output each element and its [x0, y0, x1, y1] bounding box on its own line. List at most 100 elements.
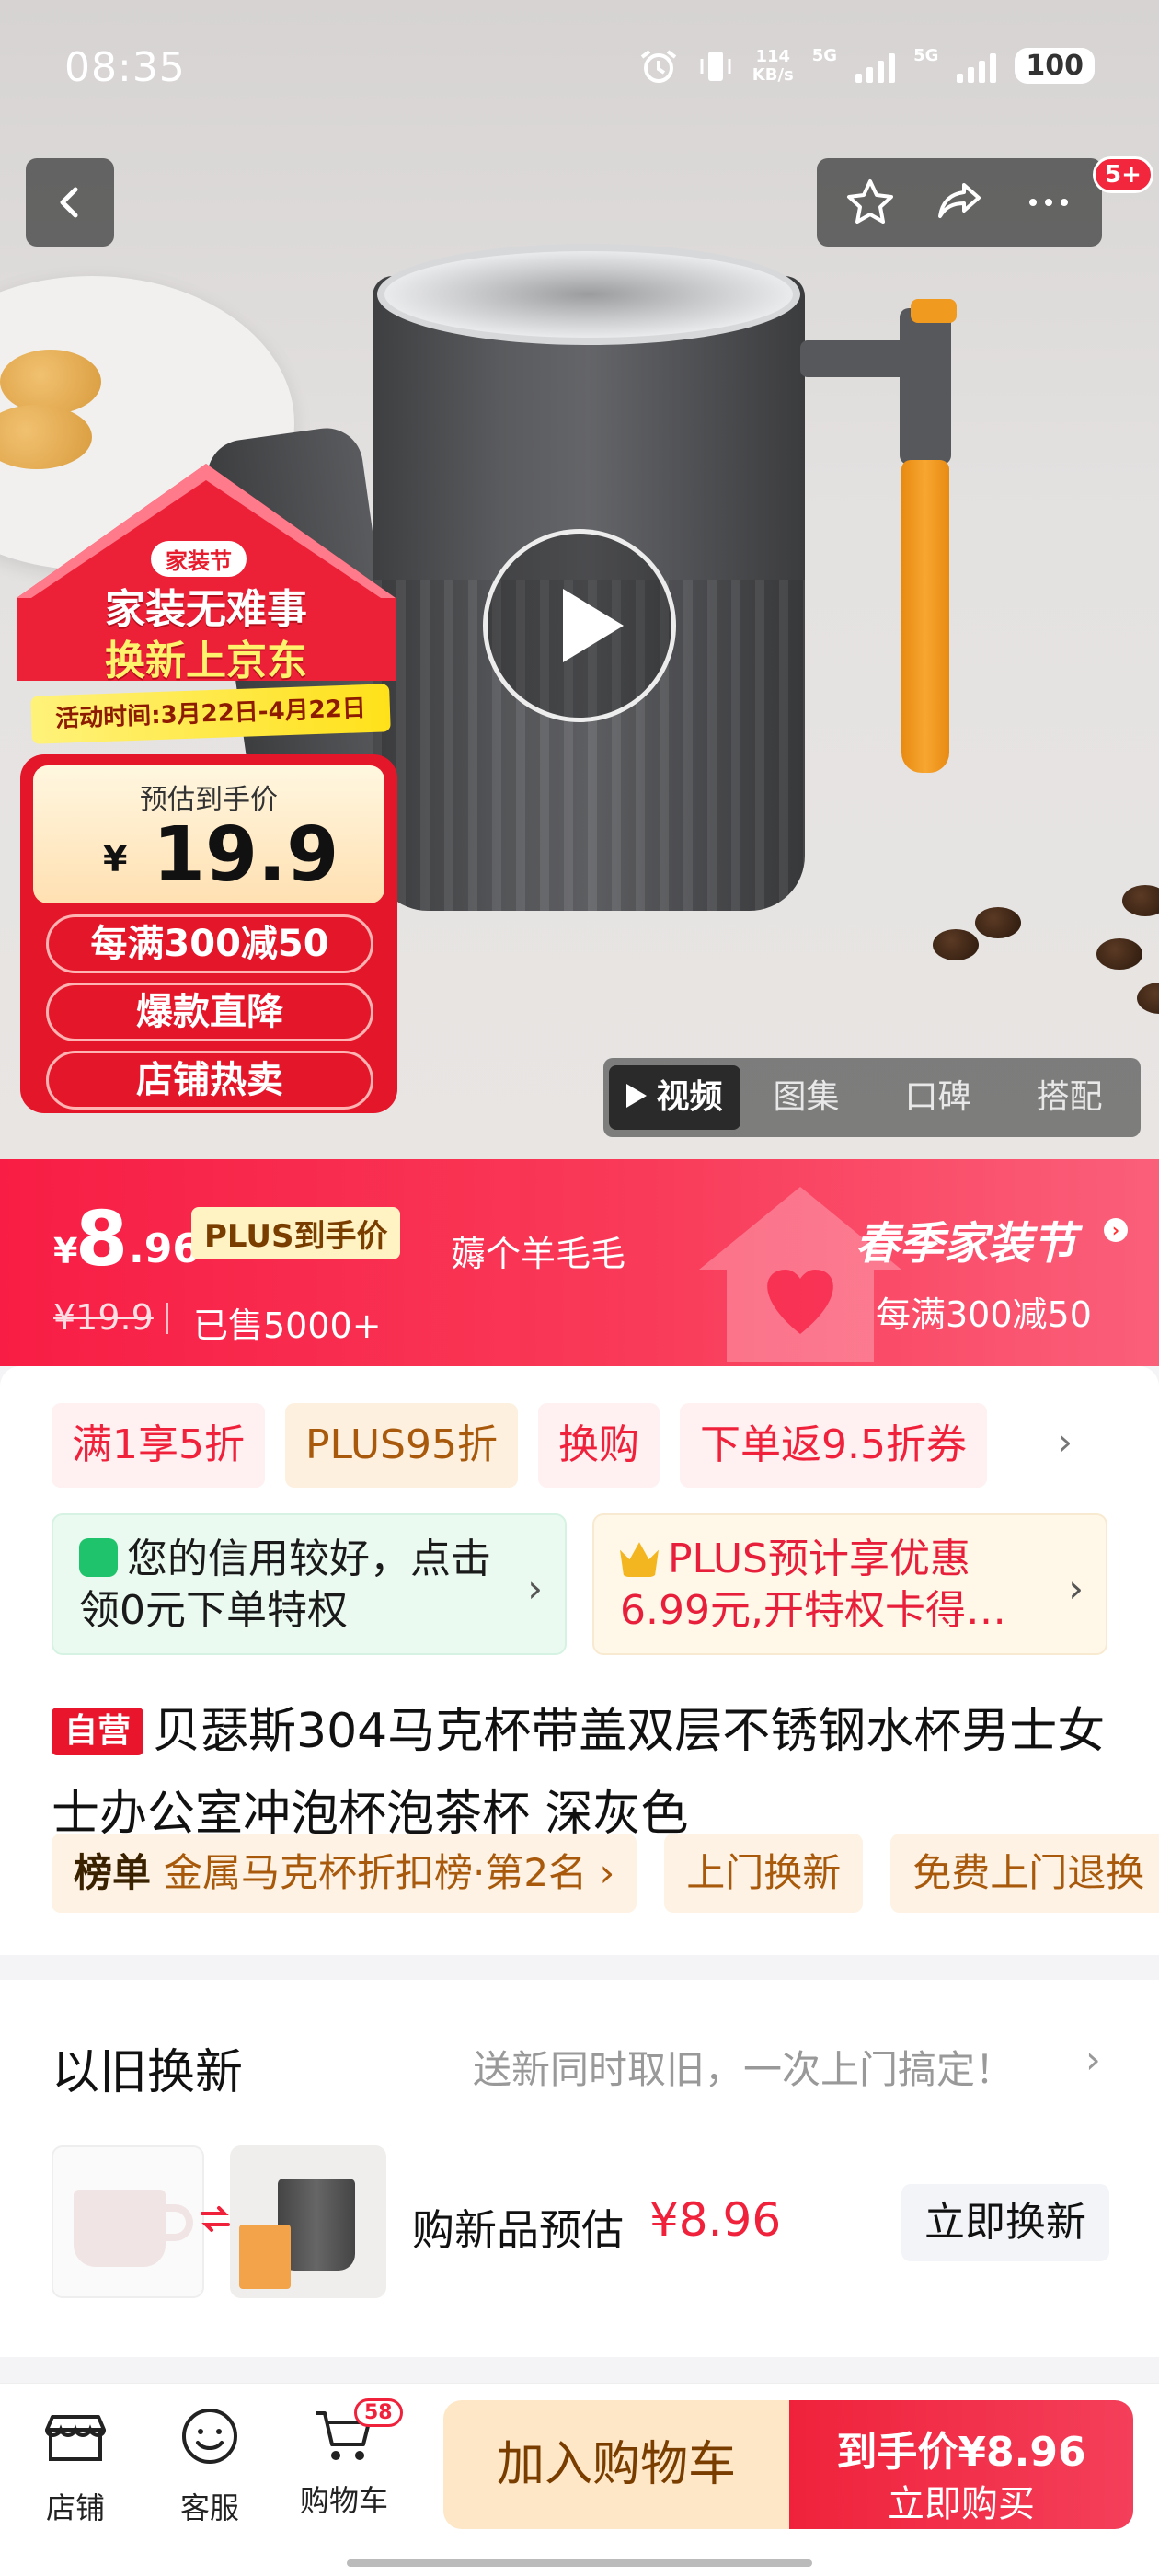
chevron-right-icon: ›: [527, 1566, 543, 1611]
shop-button[interactable]: 店铺: [20, 2404, 131, 2527]
trade-in-title: 以旧换新: [52, 2045, 244, 2100]
service-chip[interactable]: 免费上门退换: [890, 1834, 1159, 1913]
home-indicator[interactable]: [347, 2559, 812, 2567]
plus-benefit-text-2: 6.99元,开特权卡得…: [620, 1587, 1006, 1634]
coffee-bean: [1122, 885, 1159, 916]
buy-now-price: 到手价¥8.96: [836, 2429, 1086, 2476]
coupon-chip-plus[interactable]: PLUS95折: [285, 1403, 518, 1488]
shop-label: 店铺: [45, 2490, 105, 2525]
coffee-bean: [1137, 983, 1159, 1014]
signal-icon: [957, 50, 997, 83]
chevron-right-icon: ›: [1068, 1566, 1084, 1611]
trade-in-card[interactable]: 以旧换新 送新同时取旧，一次上门搞定！ › 购新品预估 ¥8.96 立即换新: [0, 1980, 1159, 2357]
estimated-price-value: 19.9: [153, 811, 339, 899]
tab-video[interactable]: 视频: [609, 1065, 740, 1130]
promo-date: 活动时间:3月22日-4月22日: [30, 684, 391, 744]
customer-service-button[interactable]: 客服: [155, 2404, 265, 2527]
shopping-bag-icon: [79, 1538, 118, 1577]
mug-handle-cap: [911, 299, 957, 323]
event-subtitle: 每满300减50: [876, 1294, 1092, 1335]
battery-level: 100: [1015, 48, 1095, 84]
coupon-chip[interactable]: 换购: [537, 1403, 660, 1488]
sold-count: 已售5000+: [193, 1305, 382, 1346]
promo-tag: 每满300减50: [46, 914, 373, 973]
estimated-price-currency: ¥: [103, 839, 128, 880]
product-title-text: 贝瑟斯304马克杯带盖双层不锈钢水杯男士女士办公室冲泡杯泡茶杯 深灰色: [52, 1704, 1106, 1842]
coffee-bean: [1096, 938, 1142, 970]
promo-slogan-1: 家装无难事: [105, 586, 307, 633]
promo-tag: 爆款直降: [46, 983, 373, 1041]
shop-icon: [45, 2415, 106, 2461]
share-icon[interactable]: [933, 176, 986, 229]
more-icon[interactable]: [1022, 176, 1075, 229]
credit-benefit-card[interactable]: 您的信用较好，点击领0元下单特权 ›: [52, 1513, 567, 1655]
crown-icon: [620, 1542, 659, 1577]
play-video-button[interactable]: [483, 529, 676, 722]
status-time: 08:35: [64, 44, 186, 91]
service-chip[interactable]: 上门换新: [664, 1834, 864, 1913]
signal-icon: [855, 50, 896, 83]
coffee-bean: [975, 907, 1021, 938]
ranking-chip[interactable]: 榜单 金属马克杯折扣榜·第2名 ›: [52, 1834, 637, 1913]
ranking-label: 榜单: [74, 1850, 152, 1895]
coupon-chip[interactable]: 满1享5折: [52, 1403, 265, 1488]
price-banner: ¥ 8 .96 PLUS到手价 ¥19.9 已售5000+ 薅个羊毛毛 春季家装…: [0, 1159, 1159, 1366]
coupon-row: 满1享5折 PLUS95折 换购 下单返9.5折券: [52, 1403, 1091, 1488]
ranking-row: 榜单 金属马克杯折扣榜·第2名 › 上门换新 免费上门退换: [52, 1834, 1159, 1913]
add-to-cart-button[interactable]: 加入购物车: [443, 2400, 789, 2529]
cookie-decor: [0, 350, 101, 414]
tab-gallery[interactable]: 图集: [740, 1065, 872, 1130]
vibrate-icon: [700, 51, 731, 81]
cart-count-badge: 58: [354, 2398, 403, 2427]
event-title[interactable]: 春季家装节: [855, 1207, 1076, 1271]
status-icons: 114 KB/s 5G 5G 100: [638, 46, 1095, 86]
self-operated-badge: 自营: [52, 1708, 144, 1755]
promo-overlay[interactable]: 家装节 家装无难事 换新上京东 活动时间:3月22日-4月22日 预估到手价 ¥…: [13, 460, 399, 1122]
coupon-chip[interactable]: 下单返9.5折券: [679, 1403, 987, 1488]
network-type-1: 5G: [811, 46, 838, 65]
trade-in-description: 送新同时取旧，一次上门搞定！: [473, 2047, 1015, 2092]
buy-now-button[interactable]: 到手价¥8.96 立即购买: [789, 2400, 1133, 2529]
chevron-right-icon[interactable]: ›: [1085, 2037, 1101, 2082]
promo-price-card: 预估到手价 ¥ 19.9 每满300减50 爆款直降 店铺热卖: [20, 754, 397, 1113]
price-integer: 8: [75, 1196, 129, 1283]
alarm-icon: [640, 49, 676, 83]
ranking-text: 金属马克杯折扣榜·第2名 ›: [164, 1850, 615, 1895]
swap-icon: [201, 2206, 230, 2232]
wool-text: 薅个羊毛毛: [451, 1234, 626, 1274]
media-tabs: 视频 图集 口碑 搭配: [603, 1058, 1141, 1137]
cart-label: 购物车: [299, 2483, 388, 2518]
status-bar: 08:35 114 KB/s 5G 5G 100: [0, 0, 1159, 138]
message-badge: 5+: [1093, 156, 1153, 193]
new-item-thumbnail: [230, 2145, 386, 2298]
divider: [166, 1303, 168, 1334]
chevron-right-icon[interactable]: ›: [1104, 1218, 1128, 1242]
back-button[interactable]: [26, 158, 114, 247]
tab-reviews[interactable]: 口碑: [872, 1065, 1004, 1130]
cart-button[interactable]: 58 购物车: [289, 2398, 403, 2520]
house-heart-icon: [699, 1187, 901, 1362]
bottom-action-bar: 店铺 客服 58 购物车 加入购物车 到手价¥8.96 立即购买: [0, 2383, 1159, 2576]
old-item-thumbnail: [52, 2145, 204, 2298]
mug-rim: [377, 244, 800, 345]
trade-in-button[interactable]: 立即换新: [901, 2184, 1109, 2261]
price-decimal: .96: [129, 1225, 201, 1272]
estimated-price-box: 预估到手价 ¥ 19.9: [33, 765, 384, 903]
product-detail-page: 08:35 114 KB/s 5G 5G 100 5+ 家装节 家装无难事 换新上…: [0, 0, 1159, 2576]
coupon-more-chevron-icon[interactable]: ›: [1058, 1421, 1073, 1464]
trade-in-estimate-price: ¥8.96: [649, 2193, 782, 2247]
plus-benefit-card[interactable]: PLUS预计享优惠 6.99元,开特权卡得… ›: [592, 1513, 1107, 1655]
customer-service-icon: [182, 2409, 237, 2464]
mug-handle-grip: [901, 460, 949, 773]
trade-in-estimate-label: 购新品预估: [412, 2205, 624, 2255]
credit-benefit-text: 您的信用较好，点击领0元下单特权: [79, 1535, 491, 1634]
coffee-bean: [933, 929, 979, 960]
favorite-star-icon[interactable]: [843, 176, 897, 229]
network-type-2: 5G: [913, 46, 939, 65]
product-info-card: 满1享5折 PLUS95折 换购 下单返9.5折券 › 您的信用较好，点击领0元…: [0, 1366, 1159, 1955]
plus-benefit-text-1: PLUS预计享优惠: [668, 1535, 970, 1582]
original-price: ¥19.9: [53, 1297, 154, 1338]
mug-handle-stem: [900, 308, 951, 465]
tab-match[interactable]: 搭配: [1004, 1065, 1135, 1130]
chevron-left-icon: [60, 187, 78, 218]
